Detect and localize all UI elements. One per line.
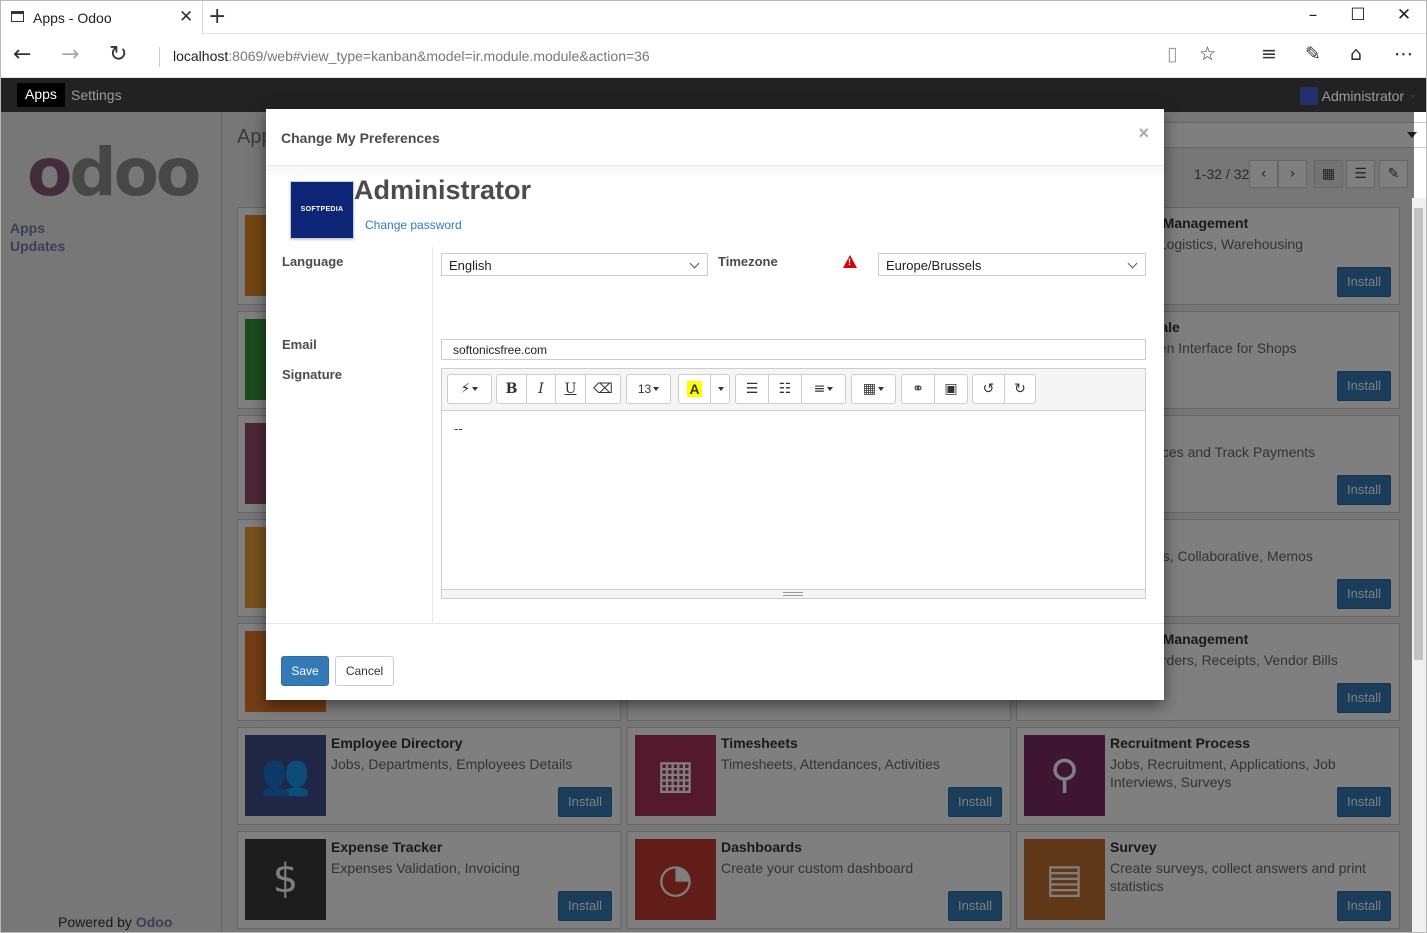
signature-text: -- xyxy=(454,421,463,436)
redo-icon[interactable]: ↻ xyxy=(1005,375,1035,403)
label-divider xyxy=(432,247,433,622)
browser-tab[interactable]: Apps - Odoo ✕ xyxy=(1,1,203,34)
warning-icon[interactable]: ! xyxy=(843,255,857,268)
timezone-label: Timezone xyxy=(718,254,778,269)
forward-icon[interactable]: → xyxy=(61,42,79,67)
close-tab-icon[interactable]: ✕ xyxy=(179,7,193,27)
language-value: English xyxy=(449,258,492,273)
table-icon[interactable]: ▦ xyxy=(852,375,895,403)
align-dropdown-icon[interactable]: ≡ xyxy=(802,375,845,403)
web-note-icon[interactable]: ✎ xyxy=(1305,43,1321,65)
style-group: ⚡ xyxy=(447,374,492,404)
dialog-title: Change My Preferences xyxy=(281,130,440,146)
minimize-icon[interactable]: – xyxy=(1290,5,1336,25)
dialog-header: Change My Preferences × xyxy=(266,109,1164,166)
bold-icon[interactable]: B xyxy=(497,375,527,403)
refresh-icon[interactable]: ↻ xyxy=(109,42,127,67)
undo-icon[interactable]: ↺ xyxy=(973,375,1005,403)
language-select[interactable]: English xyxy=(441,253,708,276)
history-group: ↺ ↻ xyxy=(972,374,1036,404)
dialog-footer: Save Cancel xyxy=(266,623,1164,700)
paragraph-group: ☰ ☷ ≡ xyxy=(735,374,846,404)
new-tab-icon[interactable]: + xyxy=(208,4,226,29)
tab-title: Apps - Odoo xyxy=(33,10,112,26)
signature-text-area[interactable]: -- xyxy=(442,411,1145,591)
chevron-down-icon xyxy=(1410,95,1416,99)
language-label: Language xyxy=(282,254,344,269)
resize-handle[interactable] xyxy=(442,589,1145,598)
address-bar: ← → ↻ localhost:8069/web#view_type=kanba… xyxy=(1,34,1426,78)
highlight-color-icon[interactable]: A xyxy=(679,375,711,403)
editor-toolbar: ⚡ B I U ⌫ 13 A ☰ ☷ ≡ ▦ ⚭ ▣ ↺ ↻ xyxy=(442,369,1145,411)
more-icon[interactable]: ⋯ xyxy=(1394,43,1413,65)
signature-label: Signature xyxy=(282,367,342,382)
timezone-value: Europe/Brussels xyxy=(886,258,982,273)
color-group: A xyxy=(678,374,730,404)
email-field[interactable]: softonicsfree.com xyxy=(441,339,1146,360)
cancel-button[interactable]: Cancel xyxy=(335,656,394,686)
hub-icon[interactable]: ≡ xyxy=(1261,43,1277,65)
link-icon[interactable]: ⚭ xyxy=(902,375,935,403)
user-avatar[interactable]: SOFTPEDIA xyxy=(290,181,354,239)
reading-view-icon[interactable]: ▯ xyxy=(1167,43,1177,65)
avatar xyxy=(1299,87,1318,105)
browser-window: Apps - Odoo ✕ + – ☐ ✕ ← → ↻ localhost:80… xyxy=(0,0,1427,933)
url-field[interactable]: localhost:8069/web#view_type=kanban&mode… xyxy=(159,47,650,67)
favorite-star-icon[interactable]: ☆ xyxy=(1199,43,1216,65)
maximize-icon[interactable]: ☐ xyxy=(1335,5,1381,25)
chevron-down-icon xyxy=(689,258,700,269)
eraser-icon[interactable]: ⌫ xyxy=(586,375,620,403)
nav-apps[interactable]: Apps xyxy=(17,83,65,107)
font-size-dropdown[interactable]: 13 xyxy=(627,375,670,403)
magic-wand-icon[interactable]: ⚡ xyxy=(448,375,491,403)
underline-icon[interactable]: U xyxy=(556,375,586,403)
change-password-link[interactable]: Change password xyxy=(365,218,462,232)
close-window-icon[interactable]: ✕ xyxy=(1381,5,1426,25)
italic-icon[interactable]: I xyxy=(527,375,556,403)
scrollbar-thumb[interactable] xyxy=(1414,208,1423,660)
user-name-heading: Administrator xyxy=(354,175,532,205)
image-icon[interactable]: ▣ xyxy=(935,375,967,403)
back-icon[interactable]: ← xyxy=(13,42,31,67)
email-label: Email xyxy=(282,337,317,352)
page-icon xyxy=(11,11,24,22)
signature-editor: ⚡ B I U ⌫ 13 A ☰ ☷ ≡ ▦ ⚭ ▣ ↺ ↻ -- xyxy=(441,368,1146,599)
table-group: ▦ xyxy=(851,374,896,404)
chevron-down-icon xyxy=(1127,258,1138,269)
scrollbar[interactable] xyxy=(1412,198,1426,932)
save-button[interactable]: Save xyxy=(281,656,329,686)
nav-settings[interactable]: Settings xyxy=(71,87,122,103)
bullet-list-icon[interactable]: ☰ xyxy=(736,375,769,403)
font-size-group: 13 xyxy=(626,374,671,404)
close-icon[interactable]: × xyxy=(1138,123,1149,144)
odoo-top-nav: Apps Settings Administrator xyxy=(1,78,1426,112)
font-style-group: B I U ⌫ xyxy=(496,374,621,404)
share-icon[interactable]: ⌂ xyxy=(1350,43,1362,65)
user-menu[interactable]: Administrator xyxy=(1299,87,1416,105)
timezone-select[interactable]: Europe/Brussels xyxy=(878,253,1146,276)
user-name: Administrator xyxy=(1321,88,1405,104)
preferences-dialog: Change My Preferences × SOFTPEDIA Admini… xyxy=(266,109,1164,700)
color-dropdown-icon[interactable] xyxy=(711,375,729,403)
insert-group: ⚭ ▣ xyxy=(901,374,968,404)
numbered-list-icon[interactable]: ☷ xyxy=(769,375,802,403)
tab-bar: Apps - Odoo ✕ + – ☐ ✕ xyxy=(1,1,1426,34)
